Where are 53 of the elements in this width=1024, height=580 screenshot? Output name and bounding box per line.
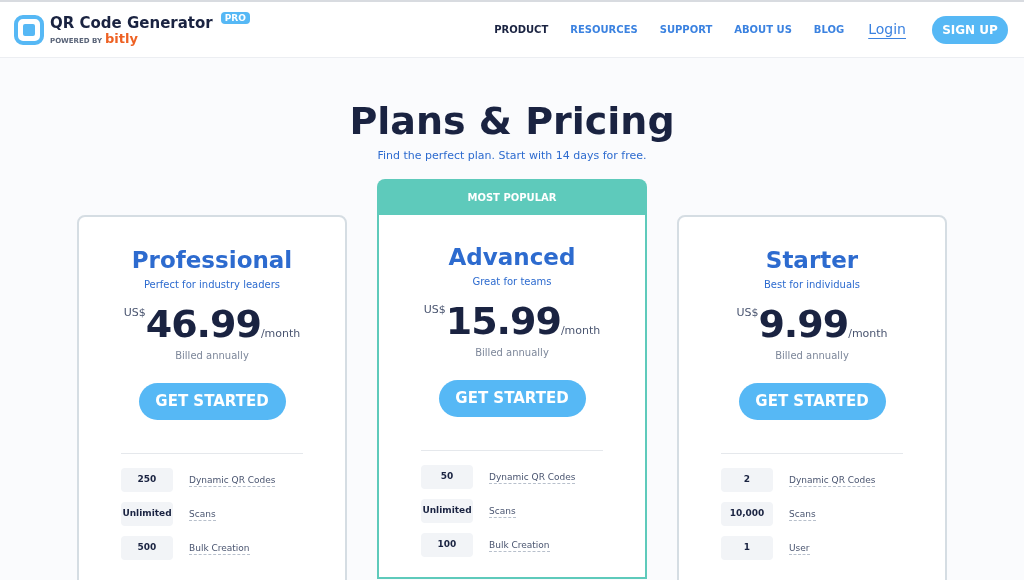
nav-link[interactable]: BLOG	[813, 22, 845, 37]
plan-name: Starter	[765, 246, 859, 275]
feature-label: User	[789, 541, 810, 555]
billing-note: Billed annually	[475, 346, 549, 359]
pro-badge: PRO	[220, 11, 250, 24]
logo-icon	[14, 14, 44, 45]
price-amount: 9.99	[758, 304, 849, 344]
page-title: Plans & Pricing	[349, 98, 675, 144]
feature-label: Dynamic QR Codes	[189, 473, 276, 487]
billing-note: Billed annually	[775, 349, 849, 362]
feature-value: 250	[121, 468, 173, 492]
feature-value: Unlimited	[121, 502, 173, 526]
feature-label: Dynamic QR Codes	[789, 473, 876, 487]
plan-tagline: Great for teams	[472, 275, 552, 288]
billing-note: Billed annually	[175, 349, 249, 362]
get-started-button[interactable]: GET STARTED	[738, 383, 886, 420]
period-label: /month	[560, 324, 601, 338]
sign-up-button[interactable]: SIGN UP	[932, 15, 1008, 44]
feature-value: Unlimited	[421, 499, 473, 523]
nav-link[interactable]: PRODUCT	[494, 22, 549, 37]
nav-link[interactable]: RESOURCES	[570, 22, 638, 37]
feature-value: 50	[421, 465, 473, 489]
login-link[interactable]: Login	[868, 19, 906, 40]
price-amount: 46.99	[145, 304, 261, 344]
period-label: /month	[848, 327, 888, 341]
get-started-button[interactable]: GET STARTED	[138, 383, 286, 420]
plan-tagline: Perfect for industry leaders	[143, 278, 281, 291]
feature-value: 100	[421, 533, 473, 557]
feature-value: 500	[121, 536, 173, 560]
brand-name: bitly	[105, 31, 138, 46]
get-started-button[interactable]: GET STARTED	[438, 380, 586, 417]
currency-label: US$	[423, 303, 446, 317]
page-subtitle: Find the perfect plan. Start with 14 days for free.	[377, 149, 647, 163]
plan-name: Professional	[131, 246, 293, 275]
plan-tagline: Best for individuals	[764, 278, 860, 291]
nav-link[interactable]: SUPPORT	[659, 22, 713, 37]
currency-label: US$	[123, 306, 146, 320]
feature-value: 10,000	[721, 502, 773, 526]
feature-label: Dynamic QR Codes	[489, 470, 576, 484]
feature-value: 2	[721, 468, 773, 492]
feature-value: 1	[721, 536, 773, 560]
feature-label: Scans	[789, 507, 816, 521]
feature-label: Bulk Creation	[489, 538, 550, 552]
most-popular-banner: MOST POPULAR	[377, 179, 647, 215]
period-label: /month	[260, 327, 301, 341]
currency-label: US$	[736, 306, 759, 319]
feature-label: Scans	[189, 507, 216, 521]
price-amount: 15.99	[445, 301, 561, 341]
logo-title: QR Code Generator	[50, 13, 213, 32]
nav-link[interactable]: ABOUT US	[734, 22, 792, 37]
feature-label: Scans	[489, 504, 516, 518]
plan-name: Advanced	[448, 243, 576, 272]
feature-label: Bulk Creation	[189, 541, 250, 555]
